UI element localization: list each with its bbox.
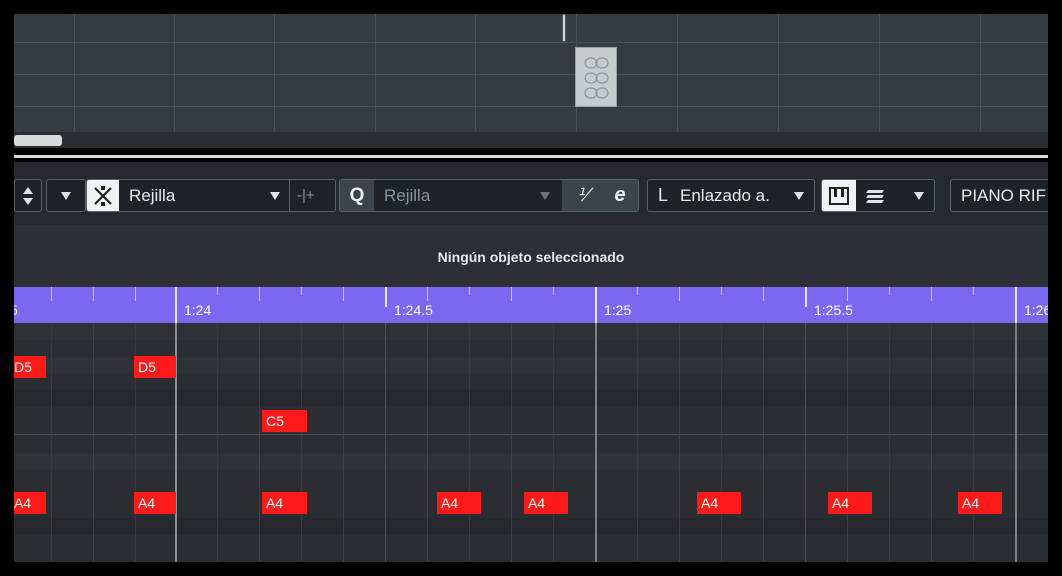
iterative-quantize-button[interactable]: ⅟	[562, 180, 602, 211]
scrollbar-thumb[interactable]	[14, 135, 62, 146]
zone-divider[interactable]	[14, 155, 1048, 158]
midi-note-a4[interactable]: A4	[828, 492, 872, 514]
horizontal-scrollbar[interactable]	[14, 132, 1048, 148]
midi-note-d5[interactable]: D5	[134, 356, 176, 378]
midi-note-a4[interactable]: A4	[437, 492, 481, 514]
ruler-label: 1:24	[184, 302, 212, 318]
quantize-lengths-button[interactable]: e	[602, 180, 638, 211]
timeline-ruler[interactable]: 5 1:24 1:24.5 1:25 1:25.5 1:26	[14, 287, 1048, 323]
midi-note-a4[interactable]: A4	[262, 492, 307, 514]
editor-toolbar: Rejilla -|+ Q Rejilla ⅟ e L Enlazado a.	[14, 162, 1048, 225]
chevron-down-icon	[61, 191, 71, 200]
quantize-e-icon: e	[614, 184, 626, 206]
nudge-stepper[interactable]	[14, 179, 42, 212]
quantize-icon[interactable]: Q	[340, 180, 374, 211]
snap-toggle-icon[interactable]	[87, 180, 119, 211]
selection-status: Ningún objeto seleccionado	[437, 249, 625, 265]
arrange-overview[interactable]	[14, 14, 1048, 132]
nudge-dropdown[interactable]	[46, 179, 86, 212]
midi-note-a4[interactable]: A4	[14, 492, 46, 514]
info-line: Ningún objeto seleccionado	[14, 225, 1048, 287]
snap-live-icon[interactable]: -|+	[297, 187, 315, 204]
midi-note-a4[interactable]: A4	[958, 492, 1002, 514]
lanes-icon[interactable]	[864, 186, 886, 206]
chevron-down-icon	[540, 191, 550, 200]
ruler-label: 1:25	[604, 302, 632, 318]
up-down-arrows-icon	[23, 186, 33, 205]
ruler-label: 1:26	[1024, 302, 1048, 318]
quantize-preset-label: Rejilla	[384, 185, 431, 205]
length-quantize-selector[interactable]: L Enlazado a.	[647, 179, 815, 212]
ruler-label: 5	[14, 302, 18, 318]
snap-type-label: Rejilla	[129, 185, 176, 205]
midi-note-a4[interactable]: A4	[524, 492, 568, 514]
editor-view-selector[interactable]	[821, 179, 935, 212]
ruler-label: 1:25.5	[814, 302, 853, 318]
piano-keys-icon[interactable]	[822, 180, 856, 211]
note-display[interactable]: D5 D5 C5 A4 A4 A4 A4 A4 A4 A4 A4	[14, 323, 1048, 562]
track-name: PIANO RIF	[961, 185, 1047, 205]
iterative-quantize-icon: ⅟	[576, 185, 588, 205]
midi-note-a4[interactable]: A4	[697, 492, 741, 514]
midi-note-a4[interactable]: A4	[134, 492, 176, 514]
midi-part[interactable]	[575, 47, 617, 107]
chevron-down-icon	[794, 191, 804, 200]
quantize-selector[interactable]: Q Rejilla ⅟ e	[339, 179, 639, 212]
chevron-down-icon	[914, 191, 924, 200]
ruler-label: 1:24.5	[394, 302, 433, 318]
snap-type-selector[interactable]: Rejilla -|+	[86, 179, 336, 212]
length-icon: L	[658, 185, 669, 205]
project-cursor[interactable]	[562, 14, 566, 42]
length-quantize-label: Enlazado a.	[680, 185, 770, 205]
track-name-field[interactable]: PIANO RIF	[950, 179, 1048, 212]
midi-note-d5[interactable]: D5	[14, 356, 46, 378]
chevron-down-icon	[270, 191, 280, 200]
midi-part-thumbnail-icon	[584, 57, 609, 99]
midi-note-c5[interactable]: C5	[262, 410, 307, 432]
